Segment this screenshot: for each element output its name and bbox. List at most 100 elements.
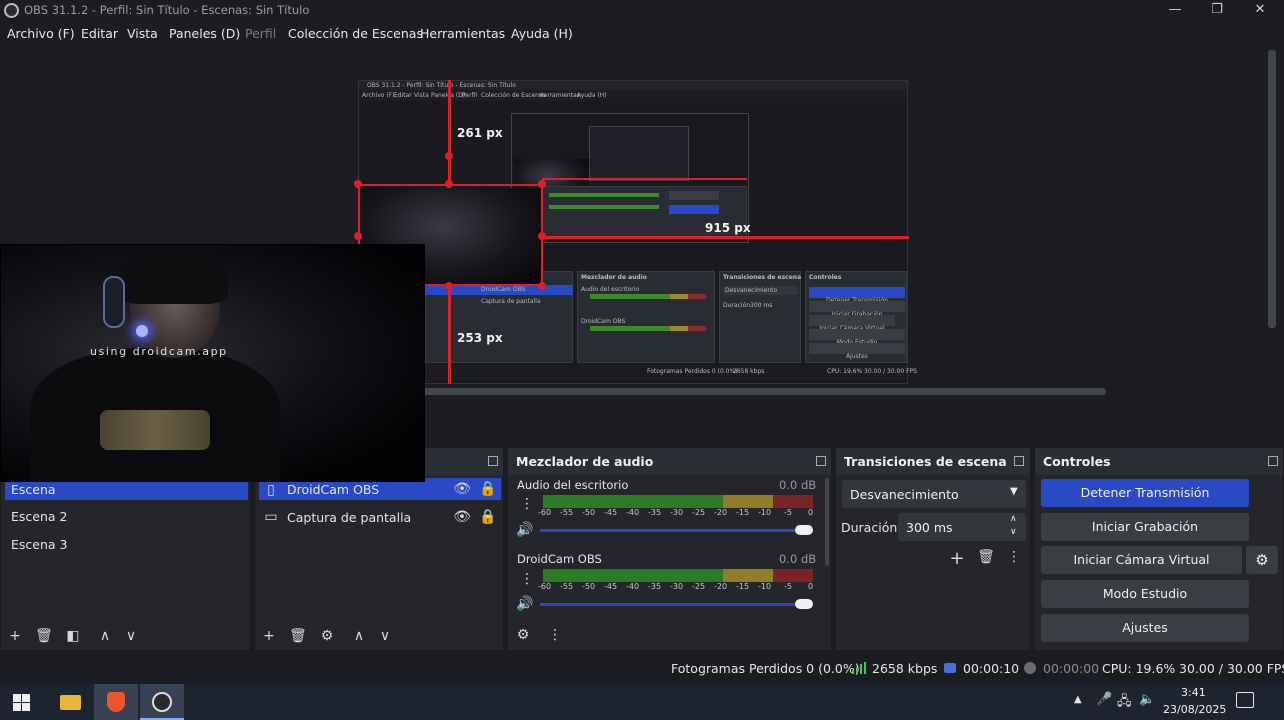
menu-editar[interactable]: Editar [81, 26, 118, 41]
audio-mixer-title: Mezclador de audio [508, 448, 831, 475]
tick: -45 [604, 508, 618, 517]
chevron-down-icon: ▼ [1010, 486, 1018, 497]
window-title: OBS 31.1.2 - Perfil: Sin Título - Escena… [24, 3, 310, 17]
scene-item-escena-2[interactable]: Escena 2 [5, 505, 248, 527]
spin-down-icon[interactable]: ∨ [1010, 527, 1017, 537]
menu-ayuda[interactable]: Ayuda (H) [511, 26, 573, 41]
minimize-button[interactable]: — [1167, 2, 1183, 18]
level-meter-desktop [543, 495, 813, 508]
tick: -20 [714, 508, 728, 517]
microphone-icon[interactable]: 🎤 [1096, 692, 1112, 707]
file-explorer-icon[interactable] [48, 684, 92, 720]
remove-transition-icon[interactable]: 🗑 [977, 549, 995, 565]
duration-spinbox[interactable]: 300 ms ∧ ∨ [898, 513, 1026, 541]
nested-btn-settings: Ajustes [846, 353, 868, 360]
nested-audio-2: DroidCam OBS [581, 318, 626, 325]
add-scene-icon[interactable]: + [7, 628, 23, 644]
taskbar-time[interactable]: 3:41 [1181, 686, 1206, 699]
remove-scene-icon[interactable]: 🗑 [35, 628, 53, 644]
scene-item-escena-3[interactable]: Escena 3 [5, 533, 248, 555]
undock-sources-icon[interactable] [488, 456, 498, 466]
menu-herramientas[interactable]: Herramientas [420, 26, 505, 41]
speaker-icon[interactable]: 🔊 [516, 596, 534, 612]
transition-select[interactable]: Desvanecimiento ▼ [842, 480, 1026, 508]
notification-icon[interactable] [1236, 692, 1254, 708]
menu-paneles[interactable]: Paneles (D) [169, 26, 240, 41]
volume-slider-droidcam[interactable] [540, 603, 810, 606]
selection-handle-br[interactable] [538, 282, 546, 290]
source-properties-gear-icon[interactable]: ⚙ [319, 628, 335, 644]
menu-archivo[interactable]: Archivo (F) [7, 26, 75, 41]
taskbar-date[interactable]: 23/08/2025 [1163, 703, 1226, 716]
guide-line-bottom [448, 284, 451, 384]
tray-chevron-icon[interactable]: ▲ [1074, 694, 1082, 705]
nested-menu-5: Colección de Escenas [481, 92, 546, 99]
nested-status: Fotogramas Perdidos 0 (0.0%) [647, 368, 738, 375]
channel-name-droidcam: DroidCam OBS [517, 552, 602, 566]
volume-slider-droidcam-handle[interactable] [795, 599, 813, 609]
volume-icon[interactable]: 🔈 [1139, 692, 1155, 707]
settings-button[interactable]: Ajustes [1041, 614, 1249, 642]
virtual-camera-gear-icon[interactable]: ⚙ [1246, 546, 1278, 574]
selection-handle-tm[interactable] [445, 180, 453, 188]
tick: -40 [626, 508, 640, 517]
dropped-frames-status: Fotogramas Perdidos 0 (0.0%) [671, 661, 860, 676]
speaker-icon[interactable]: 🔊 [516, 522, 534, 538]
source-up-icon[interactable]: ∧ [351, 628, 367, 644]
network-icon[interactable]: 🖧 [1117, 692, 1132, 714]
source-file-icon: ▯ [267, 482, 275, 498]
tick: -55 [560, 508, 574, 517]
add-transition-icon[interactable]: + [948, 548, 966, 569]
lock-icon[interactable]: 🔒 [479, 509, 496, 525]
undock-mixer-icon[interactable] [816, 456, 826, 466]
selection-handle-ml[interactable] [354, 232, 362, 240]
channel-menu-dots-icon[interactable]: ⋮ [520, 571, 534, 587]
menu-bar: Archivo (F) Editar Vista Paneles (D) Per… [0, 22, 1284, 46]
start-recording-button[interactable]: Iniciar Grabación [1041, 513, 1249, 541]
headset-light [136, 325, 148, 337]
mixer-scrollbar[interactable] [825, 478, 829, 566]
undock-transitions-icon[interactable] [1014, 456, 1024, 466]
remove-source-icon[interactable]: 🗑 [289, 628, 307, 644]
guide-handle-top[interactable] [445, 152, 453, 160]
visibility-eye-icon[interactable]: 👁 [453, 509, 471, 525]
channel-menu-dots-icon[interactable]: ⋮ [520, 496, 534, 512]
brave-browser-icon[interactable] [94, 684, 138, 720]
guide-edge [542, 178, 747, 180]
stop-streaming-button[interactable]: Detener Transmisión [1041, 479, 1249, 507]
selection-handle-mr[interactable] [538, 232, 546, 240]
studio-mode-button[interactable]: Modo Estudio [1041, 580, 1249, 608]
tick: -40 [626, 582, 640, 591]
scene-down-icon[interactable]: ∨ [123, 628, 139, 644]
selection-handle-tr[interactable] [538, 180, 546, 188]
nested-menu-6: Herramientas [539, 92, 580, 99]
selection-handle-tl[interactable] [354, 180, 362, 188]
nested-menu-4: Perfil [462, 92, 478, 99]
selection-handle-bm[interactable] [445, 282, 453, 290]
duration-value: 300 ms [906, 520, 953, 535]
volume-slider-desktop-handle[interactable] [795, 525, 813, 535]
volume-slider-desktop[interactable] [540, 529, 810, 532]
mixer-menu-dots-icon[interactable]: ⋮ [548, 627, 562, 643]
maximize-button[interactable]: ❐ [1209, 2, 1225, 18]
advanced-audio-gear-icon[interactable]: ⚙ [514, 627, 532, 643]
tick: -50 [582, 508, 596, 517]
preview-vertical-scrollbar[interactable] [1268, 50, 1276, 328]
obs-taskbar-icon[interactable] [140, 684, 184, 720]
undock-controls-icon[interactable] [1268, 456, 1278, 466]
lock-icon[interactable]: 🔒 [479, 481, 496, 497]
menu-perfil[interactable]: Perfil [245, 26, 276, 41]
menu-coleccion-escenas[interactable]: Colección de Escenas [288, 26, 423, 41]
scene-filters-icon[interactable]: ◧ [65, 628, 81, 644]
start-virtual-camera-button[interactable]: Iniciar Cámara Virtual [1041, 546, 1242, 574]
start-button[interactable] [0, 684, 44, 720]
close-button[interactable]: ✕ [1252, 2, 1268, 18]
scene-up-icon[interactable]: ∧ [97, 628, 113, 644]
transition-menu-dots-icon[interactable]: ⋮ [1007, 549, 1021, 565]
menu-vista[interactable]: Vista [127, 26, 158, 41]
visibility-eye-icon[interactable]: 👁 [453, 481, 471, 497]
source-down-icon[interactable]: ∨ [377, 628, 393, 644]
add-source-icon[interactable]: + [261, 628, 277, 644]
spin-up-icon[interactable]: ∧ [1010, 514, 1017, 524]
nested-menu-7: Ayuda (H) [577, 92, 607, 99]
